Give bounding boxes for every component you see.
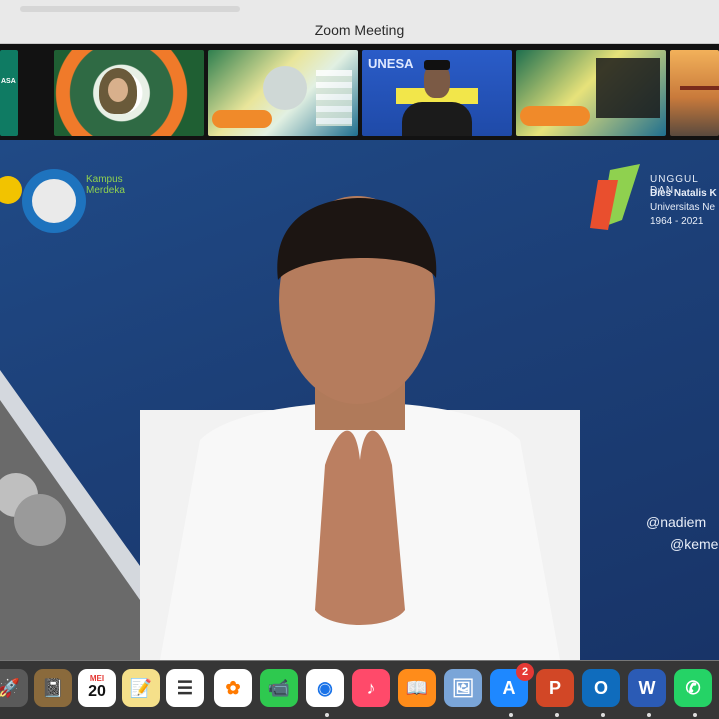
tile-label: ASA	[1, 78, 16, 85]
running-indicator-outlook	[601, 713, 605, 717]
appstore-badge: 2	[516, 663, 534, 681]
whatsapp-icon[interactable]: ✆	[674, 669, 712, 707]
badge-line-3: Universitas Ne	[650, 202, 716, 213]
appstore-icon[interactable]: A 2	[490, 663, 534, 707]
tile-unesa-rector[interactable]: UNESA	[362, 50, 512, 136]
tile-unesa-text: UNESA	[368, 56, 414, 71]
running-indicator-word	[647, 713, 651, 717]
notes-icon[interactable]: 📝	[122, 669, 160, 707]
music-icon[interactable]: ♪	[352, 669, 390, 707]
tile-bridge[interactable]	[670, 50, 719, 136]
speaker-scene	[0, 164, 640, 660]
launchpad-icon[interactable]: 🚀	[0, 669, 28, 707]
window-titlebar: Zoom Meeting	[0, 0, 719, 44]
notes-book-icon[interactable]: 📓	[34, 669, 72, 707]
tile-event-poster[interactable]	[208, 50, 358, 136]
reminders-icon[interactable]: ☰	[166, 669, 204, 707]
running-indicator-powerpoint	[555, 713, 559, 717]
word-icon[interactable]: W	[628, 669, 666, 707]
tile-event-poster-2[interactable]	[516, 50, 666, 136]
photos-icon[interactable]: ✿	[214, 669, 252, 707]
window-title: Zoom Meeting	[314, 22, 405, 38]
running-indicator-appstore	[509, 713, 513, 717]
social-handle-2: @keme	[670, 536, 719, 552]
calendar-month: MEI	[89, 674, 105, 683]
powerpoint-icon[interactable]: P	[536, 669, 574, 707]
tile-unesa-left[interactable]: ASA	[0, 50, 18, 136]
badge-line-2: Dies Natalis K	[650, 188, 717, 199]
chrome-icon[interactable]: ◉	[306, 669, 344, 707]
calendar-day: 20	[88, 683, 106, 700]
browser-tab-strip	[20, 6, 240, 12]
badge-line-4: 1964 - 2021	[650, 216, 704, 227]
tile-woman-hijab[interactable]	[54, 50, 204, 136]
books-icon[interactable]: 📖	[398, 669, 436, 707]
running-indicator-chrome	[325, 713, 329, 717]
running-indicator-whatsapp	[693, 713, 697, 717]
outlook-icon[interactable]: O	[582, 669, 620, 707]
preview-icon[interactable]: 🖼	[444, 669, 482, 707]
active-speaker-video: Kampus Merdeka UNGGUL DAN Dies Natalis K…	[0, 140, 719, 660]
participant-gallery: ASA UNESA	[0, 44, 719, 140]
kampus-merdeka-logo: Kampus Merdeka	[86, 174, 125, 196]
calendar-icon[interactable]: MEI 20	[78, 669, 116, 707]
facetime-icon[interactable]: 📹	[260, 669, 298, 707]
social-handle-1: @nadiem	[646, 514, 707, 530]
macos-dock: 🚀 📓 MEI 20 📝 ☰ ✿ 📹 ◉ ♪ 📖 🖼 A 2 P O W ✆	[0, 660, 719, 719]
